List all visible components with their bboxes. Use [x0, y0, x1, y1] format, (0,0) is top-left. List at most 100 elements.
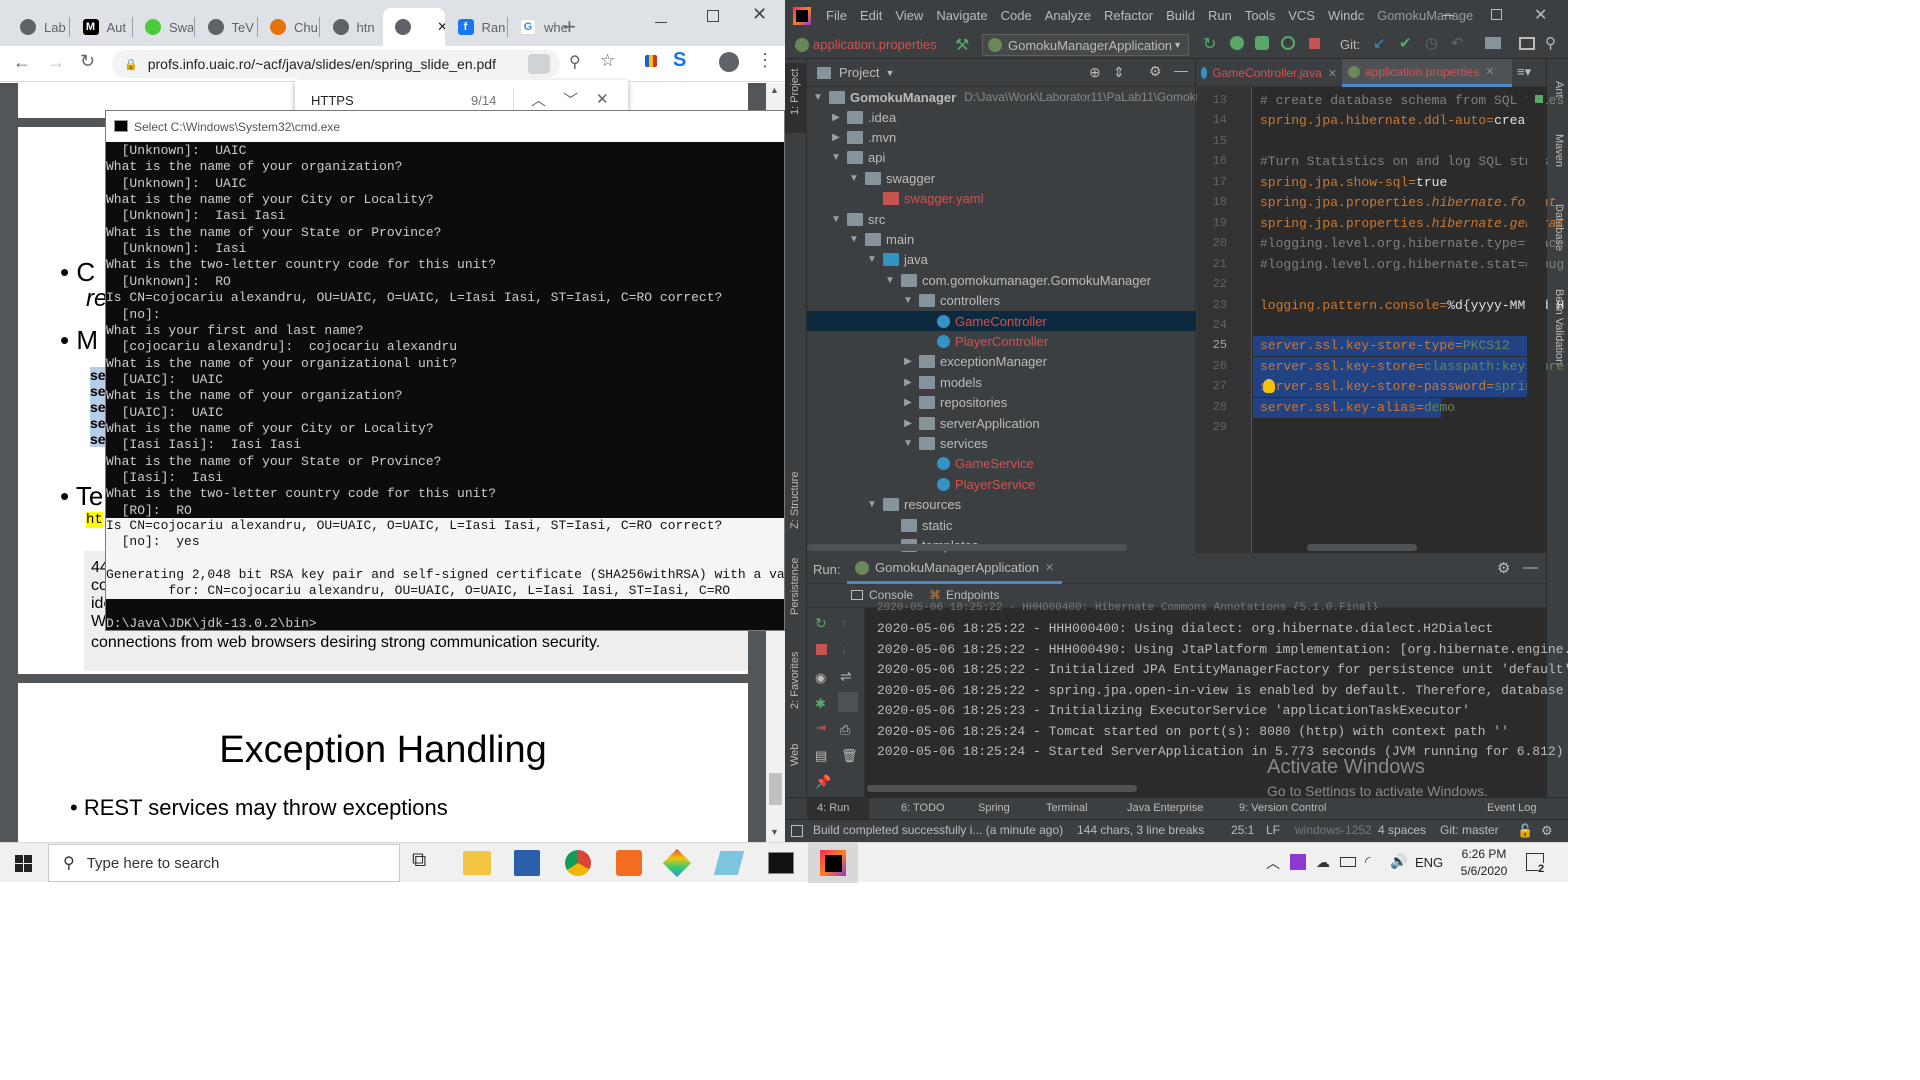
editor-scrollbar[interactable] [1527, 87, 1546, 553]
presentation-icon[interactable] [1519, 37, 1535, 50]
chevron-down-icon[interactable]: ▼ [847, 234, 861, 245]
bookmark-star-icon[interactable]: ☆ [600, 51, 615, 71]
menu-item[interactable]: Analyze [1045, 8, 1091, 23]
browser-tab[interactable]: f Ran [446, 8, 506, 46]
ide-minimize-button[interactable] [1443, 15, 1454, 16]
menu-item[interactable]: Run [1208, 8, 1232, 23]
inspector-icon[interactable]: ⚙ [1541, 823, 1553, 839]
tree-hscrollbar[interactable] [807, 544, 1127, 551]
tool-version-control[interactable]: 9: Version Control [1239, 802, 1326, 814]
chevron-down-icon[interactable]: ▼ [901, 295, 915, 306]
tree-item[interactable]: static [807, 515, 952, 535]
find-next-icon[interactable]: ﹀ [563, 89, 578, 110]
reload-icon[interactable]: ↻ [80, 51, 95, 72]
tree-item[interactable]: ▼ main [807, 229, 914, 249]
browser-tab[interactable]: Chu [258, 8, 318, 46]
scroll-thumb[interactable] [769, 773, 782, 805]
chevron-down-icon[interactable]: ▼ [829, 214, 843, 225]
run-config-select[interactable]: GomokuManagerApplication ▼ [982, 34, 1189, 56]
scroll-up-icon[interactable]: ↑ [841, 616, 847, 630]
onedrive-icon[interactable]: ☁ [1316, 854, 1330, 871]
windows-start-icon[interactable] [15, 855, 32, 872]
tool-project[interactable]: 1: Project [789, 69, 801, 115]
console-hscrollbar[interactable] [867, 785, 1137, 792]
hide-panel-icon[interactable]: — [1174, 62, 1188, 78]
tool-terminal[interactable]: Terminal [1046, 802, 1088, 814]
tree-item[interactable]: ▼ java [807, 250, 928, 270]
extension-flag-icon[interactable] [645, 55, 657, 67]
editor-hscrollbar[interactable] [1307, 544, 1417, 551]
code-line[interactable]: logging.pattern.console=%d{yyyy-MM-dd H [1260, 298, 1564, 313]
menu-item[interactable]: Refactor [1104, 8, 1153, 23]
exit-icon[interactable]: ⇥ [815, 720, 826, 736]
code-line[interactable]: spring.jpa.show-sql=true [1260, 175, 1447, 190]
layout-icon[interactable]: ▤ [815, 748, 827, 764]
cmd-titlebar[interactable]: Select C:\Windows\System32\cmd.exe [106, 111, 784, 142]
back-icon[interactable]: ← [13, 52, 31, 73]
trash-icon[interactable]: 🗑 [841, 748, 858, 764]
cmd-prompt[interactable]: D:\Java\JDK\jdk-13.0.2\bin> [106, 616, 317, 630]
tree-item[interactable]: ▶ .idea [807, 107, 896, 127]
lock-icon[interactable]: 🔓 [1517, 823, 1533, 839]
code-line[interactable]: server.ssl.key-store-password=spring [1260, 379, 1541, 394]
tabs-menu-icon[interactable]: ≡▾ [1517, 64, 1531, 80]
menu-item[interactable]: Windc [1328, 8, 1364, 23]
debug-icon[interactable] [1230, 36, 1244, 50]
chevron-down-icon[interactable]: ▼ [883, 275, 897, 286]
code-line[interactable]: #logging.level.org.hibernate.type=trace [1260, 236, 1564, 251]
browser-tab[interactable]: Swa [133, 8, 193, 46]
print-icon[interactable]: ⎙ [840, 722, 850, 738]
clock[interactable]: 6:26 PM 5/6/2020 [1448, 846, 1520, 880]
tree-item[interactable]: ▶ .mvn [807, 127, 896, 147]
chevron-down-icon[interactable]: ▼ [885, 68, 894, 78]
tool-favorites[interactable]: 2: Favorites [789, 652, 801, 709]
tool-maven[interactable]: Maven [1553, 134, 1565, 167]
tool-event-log[interactable]: Event Log [1487, 802, 1537, 814]
save-disk-icon[interactable] [514, 850, 540, 876]
wifi-icon[interactable]: ◜ [1365, 853, 1370, 870]
run-tab[interactable]: GomokuManagerApplication ✕ [847, 554, 1063, 584]
pdf-search-icon[interactable] [528, 54, 550, 74]
new-tab-button[interactable]: + [563, 14, 576, 40]
code-line[interactable]: #logging.level.org.hibernate.stat=debug [1260, 257, 1564, 272]
tool-java-enterprise[interactable]: Java Enterprise [1127, 802, 1203, 814]
find-close-icon[interactable]: ✕ [596, 90, 609, 108]
find-prev-icon[interactable]: ︿ [531, 89, 546, 110]
intellij-taskbar-active[interactable] [808, 843, 858, 883]
task-view-icon[interactable]: ⧉ [412, 849, 440, 877]
lightbulb-icon[interactable] [1263, 379, 1275, 393]
chevron-right-icon[interactable]: ▶ [829, 112, 843, 123]
chevron-down-icon[interactable]: ▼ [901, 438, 915, 449]
close-window-button[interactable]: ✕ [752, 4, 767, 25]
chrome-taskbar-icon[interactable] [565, 850, 591, 876]
menu-item[interactable]: Navigate [936, 8, 987, 23]
tool-todo[interactable]: 6: TODO [901, 802, 945, 814]
tree-item[interactable]: GameController [807, 311, 1196, 331]
browser-tab[interactable]: Gwhe [508, 8, 568, 46]
rerun-icon[interactable]: ↻ [815, 615, 827, 632]
tree-item[interactable]: ▼ controllers [807, 291, 1000, 311]
search-everywhere-icon[interactable]: ⚲ [1545, 34, 1556, 52]
tree-item[interactable]: GameService [807, 454, 1034, 474]
browser-tab[interactable]: M Aut [71, 8, 131, 46]
close-tab-icon[interactable]: ✕ [1485, 65, 1494, 78]
battery-icon[interactable] [1340, 857, 1356, 867]
tree-item[interactable]: ▶ repositories [807, 393, 1007, 413]
close-tab-icon[interactable]: ✕ [1045, 561, 1054, 574]
browser-tab[interactable]: TeV [196, 8, 256, 46]
code-line[interactable]: spring.jpa.properties.hibernate.format_ [1260, 195, 1564, 210]
debug-icon[interactable]: ✱ [815, 696, 826, 712]
collapse-all-icon[interactable]: ⇕ [1113, 64, 1125, 81]
xampp-icon[interactable] [616, 850, 642, 876]
chevron-down-icon[interactable]: ▼ [865, 254, 879, 265]
find-input[interactable]: HTTPS [311, 93, 354, 108]
scroll-up-icon[interactable]: ▲ [770, 85, 779, 95]
settings-gear-icon[interactable]: ⚙ [1149, 63, 1162, 80]
close-tab-icon[interactable]: ✕ [437, 19, 445, 35]
chevron-right-icon[interactable]: ▶ [829, 132, 843, 143]
zoom-icon[interactable]: ⚲ [569, 52, 581, 72]
tool-web[interactable]: Web [789, 744, 801, 766]
tool-structure[interactable]: Z: Structure [789, 472, 801, 529]
tree-item[interactable]: PlayerService [807, 474, 1035, 494]
tree-item[interactable]: ▶ serverApplication [807, 413, 1040, 433]
